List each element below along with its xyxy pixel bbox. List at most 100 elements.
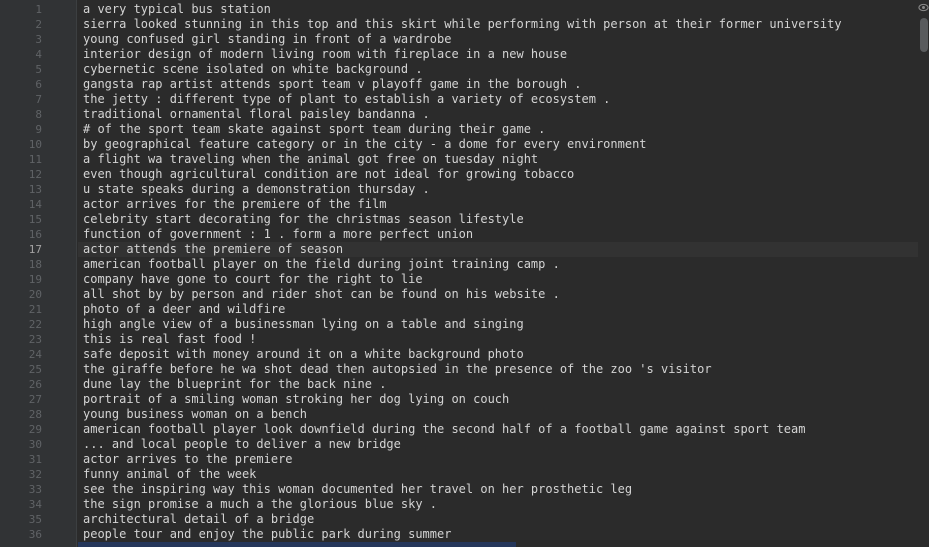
editor-line[interactable]: the giraffe before he wa shot dead then … [78, 362, 918, 377]
line-number-gutter: 1 2 3 4 5 6 7 8 9 10 11 12 13 14 15 16 17 18 19 20 21 22 23 24 2… [0, 0, 77, 547]
line-text: the giraffe before he wa shot dead then … [83, 362, 712, 376]
line-text: even though agricultural condition are n… [83, 167, 575, 181]
editor-line[interactable]: a very typical bus station [78, 2, 918, 17]
editor-line[interactable]: u state speaks during a demonstration th… [78, 182, 918, 197]
editor-line[interactable]: ... and local people to deliver a new br… [78, 437, 918, 452]
line-text: # of the sport team skate against sport … [83, 122, 546, 136]
editor-line[interactable]: actor attends the premiere of season [78, 242, 918, 257]
line-text: all shot by by person and rider shot can… [83, 287, 560, 301]
line-number: 5 [35, 63, 42, 76]
line-text: u state speaks during a demonstration th… [83, 182, 430, 196]
partial-selection [78, 542, 516, 547]
line-text: photo of a deer and wildfire [83, 302, 286, 316]
line-number: 35 [28, 513, 42, 526]
editor-line[interactable]: the sign promise a much a the glorious b… [78, 497, 918, 512]
vertical-scrollbar[interactable] [918, 0, 929, 547]
editor-line[interactable]: young confused girl standing in front of… [78, 32, 918, 47]
line-number: 27 [28, 393, 42, 406]
line-number: 29 [28, 423, 42, 436]
editor-line[interactable]: # of the sport team skate against sport … [78, 122, 918, 137]
editor-text-area[interactable]: a very typical bus station sierra looked … [78, 0, 918, 547]
line-number: 15 [28, 213, 42, 226]
scrollbar-thumb[interactable] [920, 18, 928, 52]
editor-line[interactable]: people tour and enjoy the public park du… [78, 527, 918, 542]
line-text: young business woman on a bench [83, 407, 307, 421]
line-number: 4 [35, 48, 42, 61]
line-text: the sign promise a much a the glorious b… [83, 497, 438, 511]
line-text: actor attends the premiere of season [83, 242, 344, 256]
line-text: funny animal of the week [83, 467, 257, 481]
editor-line[interactable]: actor arrives for the premiere of the fi… [78, 197, 918, 212]
line-text: sierra looked stunning in this top and t… [83, 17, 842, 31]
line-text: safe deposit with money around it on a w… [83, 347, 524, 361]
line-number: 7 [35, 93, 42, 106]
line-text: interior design of modern living room wi… [83, 47, 568, 61]
editor-line[interactable]: company have gone to court for the right… [78, 272, 918, 287]
line-text: function of government : 1 . form a more… [83, 227, 474, 241]
editor-line[interactable]: even though agricultural condition are n… [78, 167, 918, 182]
editor-line[interactable]: this is real fast food ! [78, 332, 918, 347]
line-number: 34 [28, 498, 42, 511]
line-text: american football player on the field du… [83, 257, 560, 271]
editor-line[interactable]: funny animal of the week [78, 467, 918, 482]
line-text: cybernetic scene isolated on white backg… [83, 62, 423, 76]
editor-line[interactable]: a flight wa traveling when the animal go… [78, 152, 918, 167]
line-text: actor arrives for the premiere of the fi… [83, 197, 387, 211]
eye-icon[interactable] [918, 2, 929, 13]
editor-line[interactable]: sierra looked stunning in this top and t… [78, 17, 918, 32]
editor-line[interactable]: traditional ornamental floral paisley ba… [78, 107, 918, 122]
line-text: young confused girl standing in front of… [83, 32, 452, 46]
line-number: 1 [35, 3, 42, 16]
line-text: company have gone to court for the right… [83, 272, 423, 286]
editor-line[interactable]: high angle view of a businessman lying o… [78, 317, 918, 332]
editor-line[interactable]: all shot by by person and rider shot can… [78, 287, 918, 302]
editor-line[interactable]: architectural detail of a bridge [78, 512, 918, 527]
line-text: a flight wa traveling when the animal go… [83, 152, 539, 166]
editor-line[interactable]: dune lay the blueprint for the back nine… [78, 377, 918, 392]
line-text: the jetty : different type of plant to e… [83, 92, 611, 106]
editor-line[interactable]: see the inspiring way this woman documen… [78, 482, 918, 497]
editor-line[interactable]: by geographical feature category or in t… [78, 137, 918, 152]
line-number: 25 [28, 363, 42, 376]
line-number: 23 [28, 333, 42, 346]
line-number: 33 [28, 483, 42, 496]
editor-line[interactable]: gangsta rap artist attends sport team v … [78, 77, 918, 92]
editor-line[interactable]: the jetty : different type of plant to e… [78, 92, 918, 107]
line-number: 30 [28, 438, 42, 451]
line-number: 10 [28, 138, 42, 151]
line-number: 24 [28, 348, 42, 361]
editor-line[interactable]: portrait of a smiling woman stroking her… [78, 392, 918, 407]
line-number: 28 [28, 408, 42, 421]
line-text: ... and local people to deliver a new br… [83, 437, 401, 451]
line-number: 17 [28, 243, 42, 256]
editor-line[interactable]: photo of a deer and wildfire [78, 302, 918, 317]
line-number: 31 [28, 453, 42, 466]
line-text: traditional ornamental floral paisley ba… [83, 107, 430, 121]
line-number: 18 [28, 258, 42, 271]
editor-line[interactable]: actor arrives to the premiere [78, 452, 918, 467]
editor-line[interactable]: function of government : 1 . form a more… [78, 227, 918, 242]
line-number: 6 [35, 78, 42, 91]
editor-line[interactable]: american football player look downfield … [78, 422, 918, 437]
line-text: actor arrives to the premiere [83, 452, 293, 466]
editor-line[interactable]: interior design of modern living room wi… [78, 47, 918, 62]
editor-line[interactable]: american football player on the field du… [78, 257, 918, 272]
line-text: see the inspiring way this woman documen… [83, 482, 633, 496]
line-text: by geographical feature category or in t… [83, 137, 647, 151]
line-number: 21 [28, 303, 42, 316]
line-text: this is real fast food ! [83, 332, 257, 346]
editor-line[interactable]: safe deposit with money around it on a w… [78, 347, 918, 362]
line-number: 12 [28, 168, 42, 181]
code-editor[interactable]: 1 2 3 4 5 6 7 8 9 10 11 12 13 14 15 16 17 18 19 20 21 22 23 24 2… [0, 0, 929, 547]
line-text: gangsta rap artist attends sport team v … [83, 77, 582, 91]
line-number: 9 [35, 123, 42, 136]
line-text: architectural detail of a bridge [83, 512, 315, 526]
editor-line[interactable]: cybernetic scene isolated on white backg… [78, 62, 918, 77]
editor-line[interactable]: young business woman on a bench [78, 407, 918, 422]
line-text: high angle view of a businessman lying o… [83, 317, 524, 331]
line-number: 13 [28, 183, 42, 196]
line-number: 11 [28, 153, 42, 166]
line-number: 3 [35, 33, 42, 46]
line-text: american football player look downfield … [83, 422, 806, 436]
editor-line[interactable]: celebrity start decorating for the chris… [78, 212, 918, 227]
